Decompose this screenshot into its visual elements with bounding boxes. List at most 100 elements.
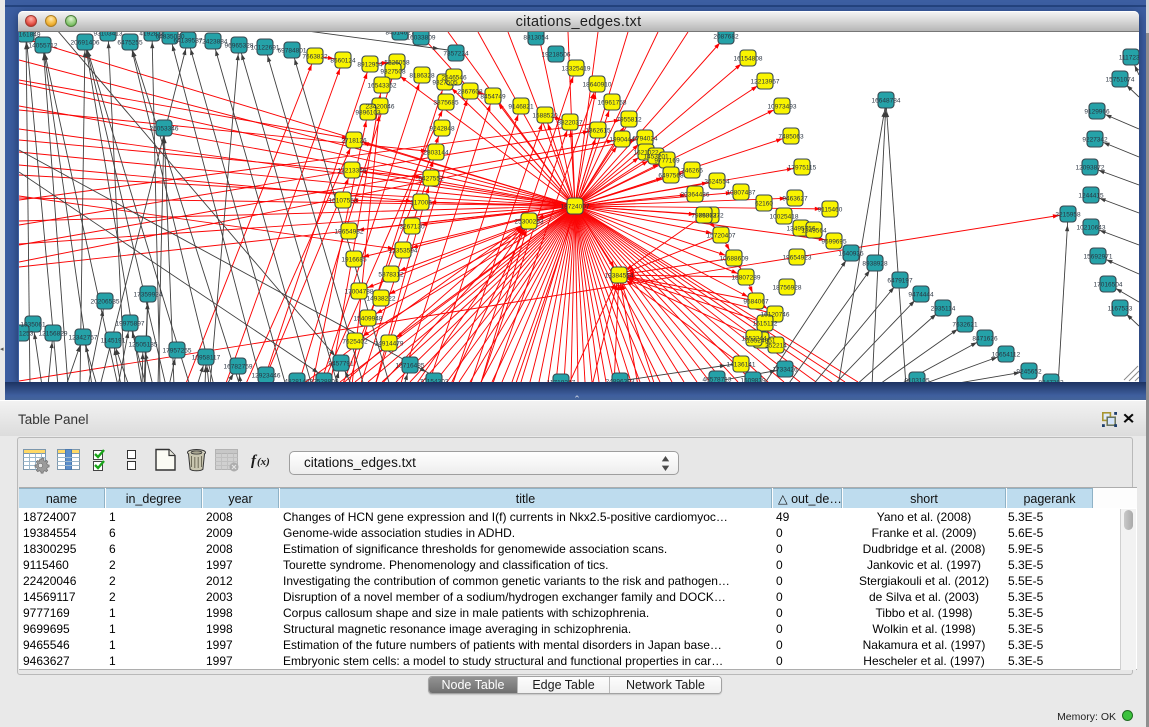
svg-text:1145191: 1145191 (101, 337, 126, 344)
svg-text:1167533: 1167533 (1108, 305, 1133, 312)
svg-text:9777169: 9777169 (654, 157, 680, 164)
svg-text:7663822: 7663822 (302, 53, 328, 60)
svg-text:14914479: 14914479 (375, 340, 404, 347)
svg-text:7632621: 7632621 (952, 321, 978, 328)
svg-text:9115460: 9115460 (818, 206, 843, 213)
svg-text:10688609: 10688609 (720, 255, 749, 262)
svg-text:5226058: 5226058 (384, 59, 410, 66)
svg-text:15716485: 15716485 (396, 362, 425, 369)
svg-text:1588520: 1588520 (532, 112, 558, 119)
svg-text:6475255: 6475255 (117, 39, 143, 46)
svg-text:7955812: 7955812 (616, 116, 642, 123)
svg-text:10210643: 10210643 (1077, 224, 1106, 231)
svg-text:1640935: 1640935 (838, 250, 864, 257)
svg-text:17004788: 17004788 (345, 288, 374, 295)
svg-text:12353594: 12353594 (389, 247, 418, 254)
svg-text:6794024: 6794024 (632, 135, 658, 142)
svg-text:17016504: 17016504 (1094, 281, 1123, 288)
svg-text:20206535: 20206535 (91, 298, 120, 305)
svg-text:3215958: 3215958 (1055, 211, 1081, 218)
svg-text:2546546: 2546546 (441, 74, 467, 81)
svg-text:9699695: 9699695 (821, 238, 847, 245)
svg-text:1362615: 1362615 (585, 127, 611, 134)
svg-text:9474444: 9474444 (908, 291, 934, 298)
svg-text:16543362: 16543362 (368, 82, 397, 89)
svg-text:16961758: 16961758 (598, 99, 627, 106)
svg-text:19654923: 19654923 (783, 254, 812, 261)
svg-text:8822037: 8822037 (557, 119, 583, 126)
svg-text:12923446: 12923446 (252, 372, 281, 379)
svg-text:15751074: 15751074 (1106, 76, 1135, 83)
svg-text:18807289: 18807289 (732, 274, 761, 281)
svg-text:9242848: 9242848 (429, 125, 455, 132)
svg-text:19218506: 19218506 (542, 51, 571, 58)
svg-text:12093872: 12093872 (1076, 164, 1105, 171)
svg-text:14055712: 14055712 (29, 42, 58, 49)
svg-text:1916685: 1916685 (341, 256, 367, 263)
svg-text:18756928: 18756928 (773, 284, 802, 291)
svg-text:72423884: 72423884 (199, 38, 228, 45)
svg-text:9129966: 9129966 (1084, 108, 1110, 115)
svg-text:18640910: 18640910 (583, 81, 612, 88)
svg-text:12342757: 12342757 (69, 334, 98, 341)
svg-text:1615112: 1615112 (753, 320, 778, 327)
svg-text:1990444: 1990444 (609, 136, 635, 143)
svg-text:7485063: 7485063 (778, 133, 804, 140)
svg-text:6479197: 6479197 (887, 277, 913, 284)
svg-text:16107553: 16107553 (329, 197, 358, 204)
svg-text:8938928: 8938928 (862, 260, 888, 267)
svg-text:16782759: 16782759 (224, 363, 253, 370)
svg-text:78161849: 78161849 (19, 32, 41, 38)
svg-text:2803144: 2803144 (423, 149, 449, 156)
svg-text:10025418: 10025418 (770, 213, 799, 220)
svg-text:9684067: 9684067 (743, 298, 769, 305)
svg-text:(x): (x) (257, 456, 270, 468)
svg-text:7986372: 7986372 (691, 212, 717, 219)
svg-text:12213967: 12213967 (751, 78, 780, 85)
svg-text:26053346: 26053346 (150, 125, 179, 132)
svg-text:18724007: 18724007 (561, 203, 590, 210)
svg-text:10122691: 10122691 (251, 44, 280, 51)
svg-text:5878312: 5878312 (378, 271, 404, 278)
svg-text:10654112: 10654112 (992, 351, 1021, 358)
svg-text:20691406: 20691406 (71, 39, 100, 46)
svg-text:1952244: 1952244 (741, 335, 767, 342)
svg-text:19975897: 19975897 (116, 320, 145, 327)
svg-text:8813054: 8813054 (523, 34, 549, 41)
svg-text:14938222: 14938222 (367, 295, 396, 302)
svg-text:9896103: 9896103 (355, 109, 381, 116)
svg-text:3911253: 3911253 (19, 330, 34, 337)
svg-text:8186328: 8186328 (409, 72, 435, 79)
svg-text:10807487: 10807487 (727, 189, 756, 196)
svg-text:1244415: 1244415 (1078, 192, 1104, 199)
svg-text:9227342: 9227342 (1082, 136, 1108, 143)
svg-text:9463627: 9463627 (782, 195, 808, 202)
svg-text:9146821: 9146821 (508, 103, 534, 110)
svg-text:16033809: 16033809 (407, 34, 436, 41)
svg-text:8471626: 8471626 (972, 335, 998, 342)
svg-text:20364436: 20364436 (681, 191, 710, 198)
svg-text:8454749: 8454749 (480, 93, 506, 100)
svg-text:25300293: 25300293 (515, 218, 544, 225)
svg-text:8427552: 8427552 (418, 175, 444, 182)
svg-text:2935114: 2935114 (931, 305, 956, 312)
svg-text:252214: 252214 (765, 342, 787, 349)
svg-text:2867608: 2867608 (457, 88, 483, 95)
svg-text:10973493: 10973493 (768, 103, 797, 110)
svg-text:9245652: 9245652 (1016, 368, 1042, 375)
svg-text:2087682: 2087682 (713, 33, 739, 40)
svg-text:7357224: 7357224 (443, 50, 469, 57)
svg-text:1935061: 1935061 (20, 321, 46, 328)
svg-text:8912954: 8912954 (357, 61, 383, 68)
svg-text:62160: 62160 (755, 200, 773, 207)
svg-text:16648784: 16648784 (872, 97, 901, 104)
svg-text:14136141: 14136141 (727, 361, 756, 368)
svg-text:1117234: 1117234 (1119, 54, 1139, 61)
svg-text:2718126: 2718126 (341, 137, 367, 144)
svg-text:13325419: 13325419 (562, 65, 591, 72)
svg-text:15720407: 15720407 (707, 232, 736, 239)
svg-text:17359924: 17359924 (134, 291, 163, 298)
svg-text:19384554: 19384554 (605, 272, 634, 279)
svg-text:3267130: 3267130 (399, 223, 425, 230)
svg-text:10958117: 10958117 (192, 354, 221, 361)
